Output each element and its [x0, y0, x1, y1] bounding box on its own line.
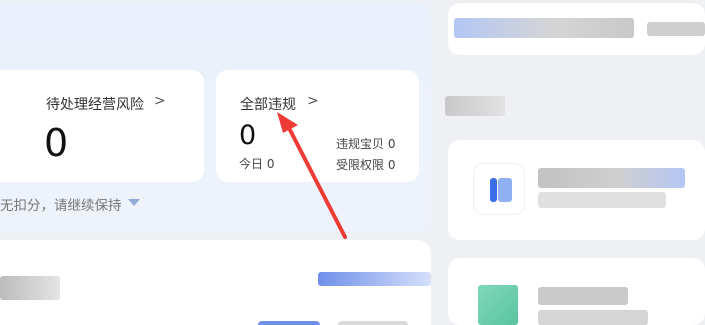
blurred-link[interactable]	[318, 272, 431, 286]
blurred-app-title	[538, 168, 685, 188]
pending-risk-title: 待处理经营风险	[46, 97, 144, 113]
chevron-right-icon: >	[154, 93, 166, 109]
blurred-service-desc	[538, 310, 648, 325]
violation-items-count: 违规宝贝 0	[336, 137, 396, 151]
restricted-permissions-count: 受限权限 0	[336, 158, 396, 172]
deduction-status-text: 无扣分，请继续保持	[0, 198, 122, 214]
blurred-button-secondary[interactable]	[338, 321, 408, 325]
today-violations: 今日 0	[239, 157, 275, 171]
blurred-app-desc	[538, 192, 666, 208]
all-violations-title[interactable]: 全部违规	[240, 94, 296, 114]
service-icon	[478, 285, 518, 325]
pending-risk-count: 0	[44, 121, 69, 165]
app-icon	[473, 163, 525, 215]
blurred-section-label	[0, 276, 60, 300]
chevron-right-icon: >	[307, 93, 319, 109]
pending-risk-card[interactable]: 待处理经营风险 > 0	[0, 70, 204, 182]
blurred-notice-text	[454, 18, 634, 38]
blurred-service-title	[538, 287, 628, 305]
triangle-down-icon[interactable]	[128, 199, 140, 206]
blurred-notice-extra	[647, 22, 705, 36]
all-violations-card[interactable]: 全部违规 > 0 今日 0 违规宝贝 0 受限权限 0	[216, 70, 419, 182]
all-violations-count: 0	[239, 120, 257, 151]
blurred-section-heading	[445, 96, 505, 116]
blurred-button[interactable]	[258, 321, 320, 325]
